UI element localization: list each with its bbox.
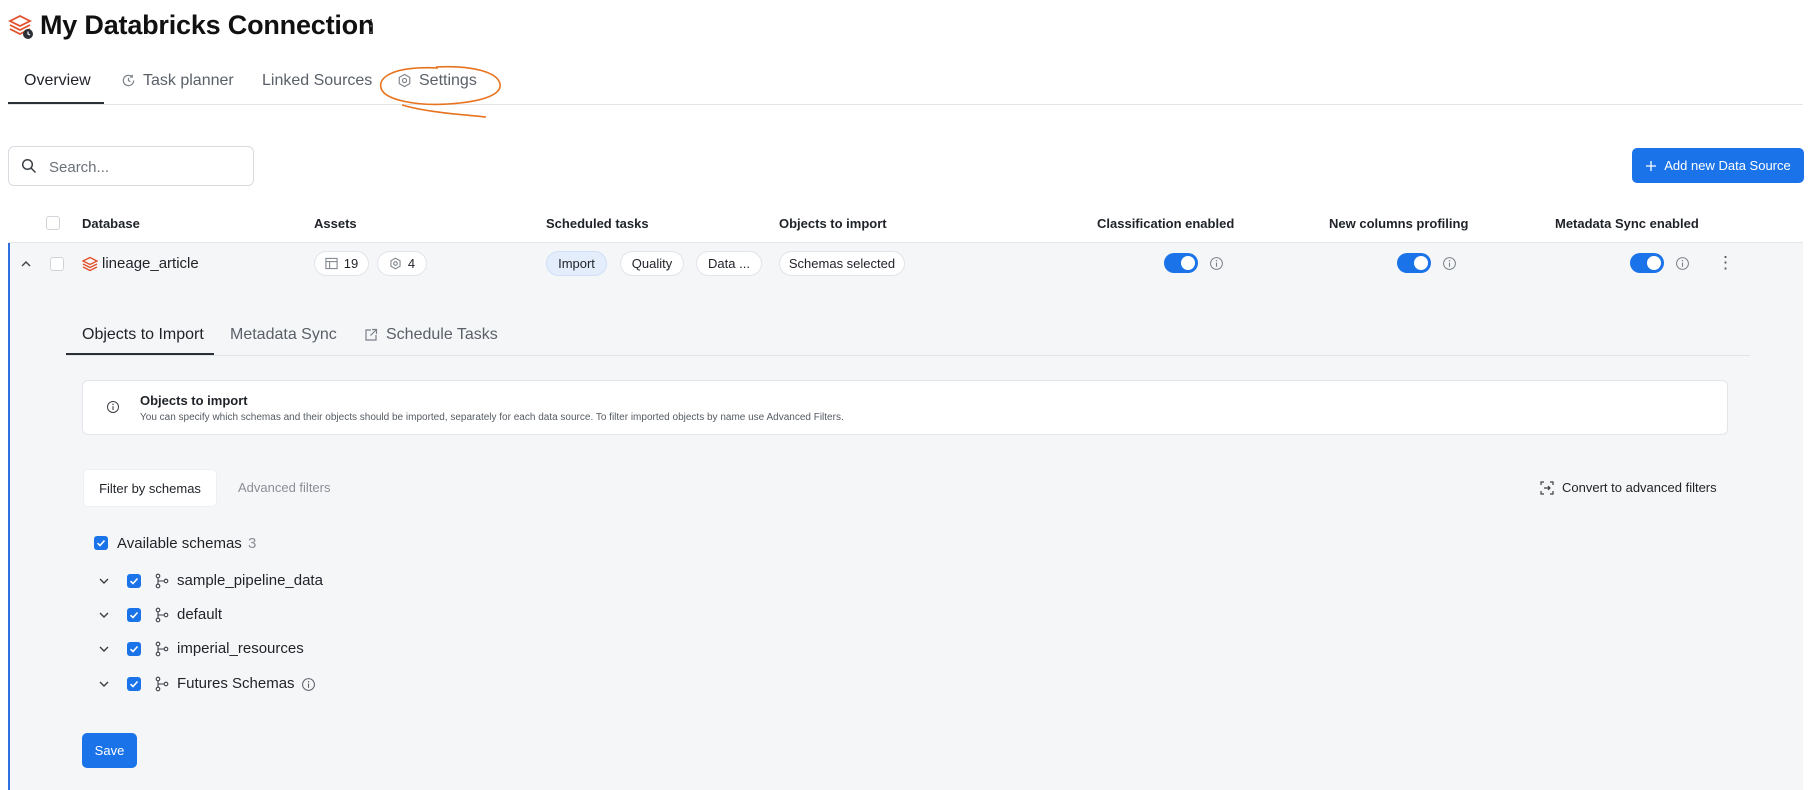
inner-tab-schedule-tasks[interactable]: Schedule Tasks [364, 326, 498, 344]
databricks-icon [82, 256, 98, 272]
tabs-divider [8, 104, 1803, 105]
objects-to-import-label: Schemas selected [788, 256, 896, 271]
chevron-down-icon[interactable] [98, 609, 110, 621]
available-schemas-checkbox[interactable] [94, 536, 108, 550]
add-data-source-label: Add new Data Source [1664, 158, 1791, 173]
convert-icon [1540, 480, 1554, 495]
available-schemas-count: 3 [248, 535, 257, 552]
info-card-description: You can specify which schemas and their … [140, 412, 844, 423]
inner-tab-label: Schedule Tasks [386, 326, 498, 343]
info-card [82, 380, 1728, 435]
inner-tab-label: Objects to Import [82, 326, 204, 343]
info-icon[interactable] [1209, 256, 1224, 271]
tab-task-planner[interactable]: Task planner [121, 72, 234, 104]
chevron-down-icon[interactable] [98, 678, 110, 690]
database-name[interactable]: lineage_article [102, 255, 199, 272]
filter-by-schemas-tab[interactable]: Filter by schemas [84, 470, 216, 506]
convert-label: Convert to advanced filters [1562, 480, 1717, 495]
task-pill-label: Data ... [708, 256, 750, 271]
schema-name: default [177, 606, 223, 623]
gear-icon [398, 73, 411, 88]
schema-checkbox[interactable] [127, 677, 141, 691]
info-icon [107, 401, 119, 413]
gear-icon [390, 257, 401, 270]
external-link-icon [365, 328, 378, 341]
assets-other-badge[interactable]: 4 [377, 251, 427, 276]
tab-linked-sources-label: Linked Sources [262, 72, 373, 89]
chevron-up-icon[interactable] [20, 258, 32, 270]
save-button-label: Save [94, 743, 125, 758]
task-pill-data[interactable]: Data ... [696, 251, 762, 276]
schema-name: imperial_resources [177, 640, 304, 657]
check-icon [129, 577, 139, 585]
chevron-down-icon[interactable] [98, 643, 110, 655]
task-pill-label: Import [558, 256, 595, 271]
schema-tree-icon [155, 607, 169, 623]
schema-checkbox[interactable] [127, 574, 141, 588]
check-icon [129, 680, 139, 688]
column-header-assets: Assets [314, 216, 357, 231]
available-schemas-label: Available schemas [117, 535, 242, 552]
row-kebab-menu-icon[interactable]: ⋮ [1717, 251, 1734, 275]
inner-tabs-divider [66, 355, 1750, 356]
tab-settings[interactable]: Settings [397, 72, 477, 104]
column-header-new-columns-profiling: New columns profiling [1329, 216, 1469, 231]
column-header-classification-enabled: Classification enabled [1097, 216, 1235, 231]
schema-name: sample_pipeline_data [177, 572, 323, 589]
schema-tree-icon [155, 676, 169, 692]
info-icon[interactable] [301, 677, 316, 692]
page-title: My Databricks Connection [40, 10, 375, 40]
assets-other-count: 4 [407, 256, 416, 271]
tab-overview[interactable]: Overview [24, 72, 91, 104]
databricks-logo-icon [8, 14, 33, 39]
info-icon[interactable] [1442, 256, 1457, 271]
assets-tables-count: 19 [343, 256, 359, 271]
check-icon [129, 645, 139, 653]
check-icon [96, 539, 106, 547]
chevron-down-icon[interactable] [98, 575, 110, 587]
objects-to-import-badge[interactable]: Schemas selected [779, 251, 905, 276]
info-icon[interactable] [1675, 256, 1690, 271]
column-header-metadata-sync-enabled: Metadata Sync enabled [1555, 216, 1699, 231]
select-all-checkbox[interactable] [46, 216, 60, 230]
info-card-title: Objects to import [140, 393, 248, 408]
check-icon [129, 611, 139, 619]
advanced-filters-tab[interactable]: Advanced filters [238, 480, 331, 495]
schema-checkbox[interactable] [127, 642, 141, 656]
tab-settings-label: Settings [419, 72, 477, 89]
task-pill-quality[interactable]: Quality [620, 251, 684, 276]
search-box[interactable] [8, 146, 254, 186]
inner-active-tab-underline [66, 353, 214, 355]
table-icon [325, 257, 338, 270]
tab-task-planner-label: Task planner [143, 72, 234, 89]
column-header-objects-to-import: Objects to import [779, 216, 887, 231]
task-pill-import[interactable]: Import [546, 251, 607, 276]
clock-refresh-icon [122, 74, 135, 87]
plus-icon [1646, 160, 1657, 171]
classification-toggle[interactable] [1164, 253, 1198, 273]
tab-overview-label: Overview [24, 72, 91, 89]
filter-by-schemas-label: Filter by schemas [99, 480, 201, 496]
row-checkbox[interactable] [50, 257, 64, 271]
search-input[interactable] [49, 156, 245, 178]
kebab-menu-icon[interactable]: ⋮ [362, 13, 380, 39]
new-columns-profiling-toggle[interactable] [1397, 253, 1431, 273]
save-button[interactable]: Save [82, 733, 137, 768]
metadata-sync-toggle[interactable] [1630, 253, 1664, 273]
inner-tab-label: Metadata Sync [230, 326, 337, 343]
column-header-database: Database [82, 216, 140, 231]
schema-tree-icon [155, 573, 169, 589]
convert-to-advanced-filters-button[interactable]: Convert to advanced filters [1540, 480, 1717, 495]
column-header-scheduled-tasks: Scheduled tasks [546, 216, 649, 231]
schema-checkbox[interactable] [127, 608, 141, 622]
schema-tree-icon [155, 641, 169, 657]
search-icon [21, 158, 37, 174]
tab-linked-sources[interactable]: Linked Sources [262, 72, 372, 104]
task-pill-label: Quality [631, 256, 673, 271]
assets-tables-badge[interactable]: 19 [314, 251, 369, 276]
inner-tab-objects-to-import[interactable]: Objects to Import [82, 326, 204, 344]
add-data-source-button[interactable]: Add new Data Source [1632, 148, 1804, 183]
schema-name: Futures Schemas [177, 675, 295, 692]
inner-tab-metadata-sync[interactable]: Metadata Sync [230, 326, 337, 344]
